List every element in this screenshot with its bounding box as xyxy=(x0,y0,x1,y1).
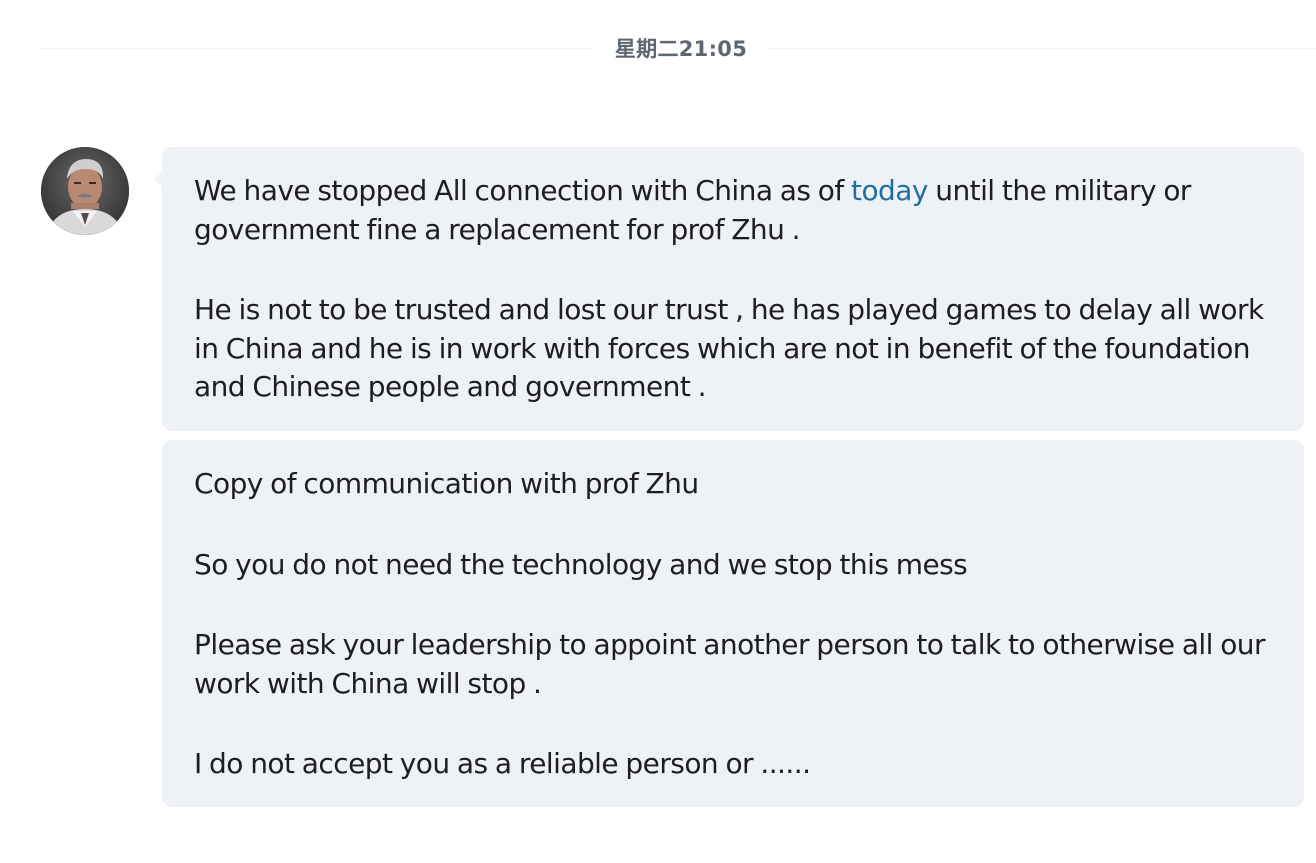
avatar[interactable] xyxy=(41,147,129,235)
timestamp-separator: 星期二21:05 xyxy=(40,28,1316,66)
message-text: We have stopped All connection with Chin… xyxy=(194,174,852,207)
message-paragraph: So you do not need the technology and we… xyxy=(194,547,968,581)
message-paragraph: Copy of communication with prof Zhu xyxy=(194,467,699,500)
message-paragraph: We have stopped All connection with Chin… xyxy=(194,172,1292,249)
avatar-portrait-icon xyxy=(41,147,129,235)
message-bubble[interactable]: Copy of communication with prof Zhu So y… xyxy=(162,440,1304,807)
message-paragraph: Please ask your leadership to appoint an… xyxy=(194,628,1266,700)
divider-right xyxy=(770,48,1316,49)
date-link[interactable]: today xyxy=(851,174,928,207)
divider-left xyxy=(40,48,592,49)
message-bubble[interactable]: We have stopped All connection with Chin… xyxy=(154,147,1304,431)
message-timestamp: 星期二21:05 xyxy=(614,37,748,61)
message-paragraph: He is not to be trusted and lost our tru… xyxy=(194,293,1264,403)
message-paragraph: I do not accept you as a reliable person… xyxy=(194,747,811,780)
